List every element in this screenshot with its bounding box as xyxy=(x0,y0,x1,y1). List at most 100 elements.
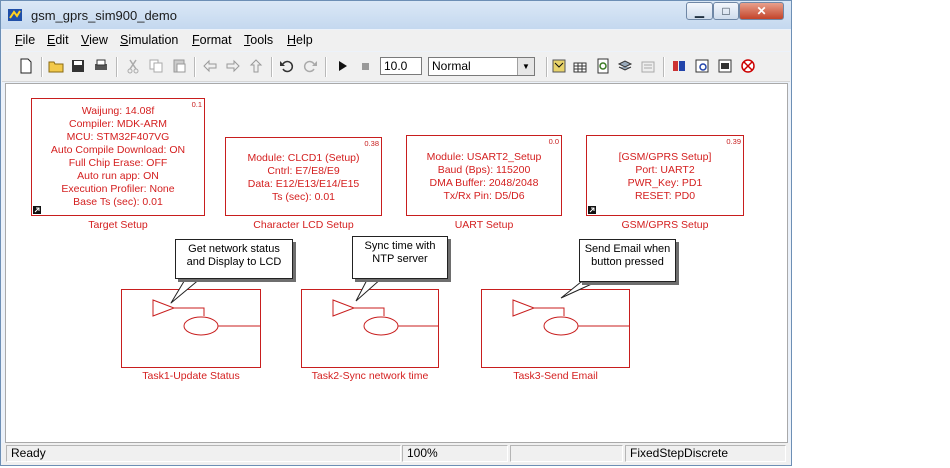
layers-icon xyxy=(617,60,633,71)
simulink-app-icon xyxy=(8,9,22,21)
callout-line: button pressed xyxy=(591,256,664,268)
param-line: Module: USART2_Setup xyxy=(426,151,542,163)
param-line: Ts (sec): 0.01 xyxy=(271,191,336,203)
block-priority-tag: 0.38 xyxy=(364,139,379,148)
copy-icon xyxy=(149,59,163,73)
stop-simulation-button[interactable] xyxy=(356,57,374,75)
maximize-button[interactable]: □ xyxy=(713,2,739,20)
print-icon xyxy=(95,59,107,70)
paste-button[interactable] xyxy=(170,57,188,75)
forward-button[interactable] xyxy=(224,57,242,75)
menu-format[interactable]: Format xyxy=(192,33,232,47)
param-line: RESET: PD0 xyxy=(634,190,696,202)
incremental-build-button[interactable] xyxy=(571,57,589,75)
open-folder-icon xyxy=(48,61,64,73)
toolbar-separator xyxy=(663,57,665,77)
simulation-mode-value: Normal xyxy=(432,59,471,73)
task2-callout[interactable]: Sync time with NTP server xyxy=(352,236,448,279)
menu-file[interactable]: File xyxy=(15,33,35,47)
refresh-document-icon xyxy=(597,58,609,74)
maximize-icon: □ xyxy=(722,4,730,18)
new-model-button[interactable] xyxy=(17,57,35,75)
task3-callout[interactable]: Send Email when button pressed xyxy=(579,239,676,282)
chevron-down-icon[interactable]: ▼ xyxy=(517,58,534,75)
toolbar-separator xyxy=(271,57,273,77)
solver-name: FixedStepDiscrete xyxy=(625,445,786,462)
toolbar-separator xyxy=(194,57,196,77)
task-subsystem-3[interactable] xyxy=(481,289,630,368)
layers-button[interactable] xyxy=(616,57,634,75)
menu-simulation[interactable]: Simulation xyxy=(120,33,178,47)
target-setup-block[interactable]: 0.1 Waijung: 14.08f Compiler: MDK-ARM MC… xyxy=(31,98,205,216)
param-line: Base Ts (sec): 0.01 xyxy=(73,196,163,208)
block-priority-tag: 0.1 xyxy=(191,100,202,109)
lcd-setup-block[interactable]: 0.38 Module: CLCD1 (Setup) Cntrl: E7/E8/… xyxy=(225,137,382,216)
save-button[interactable] xyxy=(69,57,87,75)
status-blank-cell xyxy=(510,445,623,462)
cut-button[interactable] xyxy=(124,57,142,75)
library-link-icon xyxy=(33,206,41,214)
uart-setup-params: Module: USART2_Setup Baud (Bps): 115200 … xyxy=(407,136,561,203)
build-icon xyxy=(552,59,566,73)
grid-build-icon xyxy=(573,62,587,73)
update-diagram-button[interactable] xyxy=(594,57,612,75)
open-button[interactable] xyxy=(47,57,65,75)
menu-tools[interactable]: Tools xyxy=(244,33,273,47)
task-subsystem-2[interactable] xyxy=(301,289,439,368)
param-line: Tx/Rx Pin: D5/D6 xyxy=(443,190,525,202)
block-priority-tag: 0.0 xyxy=(548,137,559,146)
lcd-setup-label: Character LCD Setup xyxy=(253,219,354,231)
debugger-button[interactable] xyxy=(716,57,734,75)
task1-label: Task1-Update Status xyxy=(142,370,240,382)
start-simulation-button[interactable] xyxy=(333,57,351,75)
menu-view[interactable]: View xyxy=(81,33,108,47)
block-diagram-button[interactable] xyxy=(639,57,657,75)
library-link-icon xyxy=(588,206,596,214)
explorer-icon xyxy=(695,59,709,73)
save-icon xyxy=(72,60,84,72)
print-button[interactable] xyxy=(92,57,110,75)
task2-label: Task2-Sync network time xyxy=(311,370,429,382)
arrow-up-icon xyxy=(249,59,263,73)
param-line: [GSM/GPRS Setup] xyxy=(618,151,712,163)
menu-help[interactable]: Help xyxy=(287,33,313,47)
param-line: MCU: STM32F407VG xyxy=(66,131,170,143)
param-line: Auto run app: ON xyxy=(77,170,159,182)
param-line: Full Chip Erase: OFF xyxy=(68,157,168,169)
paste-icon xyxy=(173,59,186,73)
gsm-setup-params: [GSM/GPRS Setup] Port: UART2 PWR_Key: PD… xyxy=(587,136,743,203)
callout-line: Get network status xyxy=(188,243,280,255)
param-line: Auto Compile Download: ON xyxy=(50,144,186,156)
undo-button[interactable] xyxy=(278,57,296,75)
param-line: Waijung: 14.08f xyxy=(81,105,155,117)
simulation-mode-select[interactable]: Normal ▼ xyxy=(428,57,535,76)
task1-callout[interactable]: Get network status and Display to LCD xyxy=(175,239,293,279)
close-button[interactable]: ✕ xyxy=(739,2,784,20)
copy-button[interactable] xyxy=(147,57,165,75)
uart-setup-block[interactable]: 0.0 Module: USART2_Setup Baud (Bps): 115… xyxy=(406,135,562,216)
model-explorer-button[interactable] xyxy=(693,57,711,75)
undo-icon xyxy=(280,60,294,73)
back-button[interactable] xyxy=(201,57,219,75)
toolbar-separator xyxy=(546,57,548,77)
debugger-icon xyxy=(718,59,732,73)
library-browser-button[interactable] xyxy=(670,57,688,75)
redo-button[interactable] xyxy=(301,57,319,75)
build-button[interactable] xyxy=(550,57,568,75)
param-line: Cntrl: E7/E8/E9 xyxy=(267,165,340,177)
gsm-setup-block[interactable]: 0.39 [GSM/GPRS Setup] Port: UART2 PWR_Ke… xyxy=(586,135,744,216)
stop-time-input[interactable]: 10.0 xyxy=(380,57,422,75)
arrow-right-icon xyxy=(226,59,240,73)
up-button[interactable] xyxy=(247,57,265,75)
param-line: Data: E12/E13/E14/E15 xyxy=(247,178,360,190)
target-button[interactable] xyxy=(739,57,757,75)
menu-edit[interactable]: Edit xyxy=(47,33,69,47)
callout-line: and Display to LCD xyxy=(186,256,282,268)
model-canvas[interactable]: 0.1 Waijung: 14.08f Compiler: MDK-ARM MC… xyxy=(5,83,788,443)
play-icon xyxy=(339,61,347,71)
task-subsystem-1[interactable] xyxy=(121,289,261,368)
task3-label: Task3-Send Email xyxy=(513,370,598,382)
minimize-button[interactable]: ▁ xyxy=(686,2,713,20)
library-icon xyxy=(673,61,685,71)
toolbar-separator xyxy=(325,57,327,77)
